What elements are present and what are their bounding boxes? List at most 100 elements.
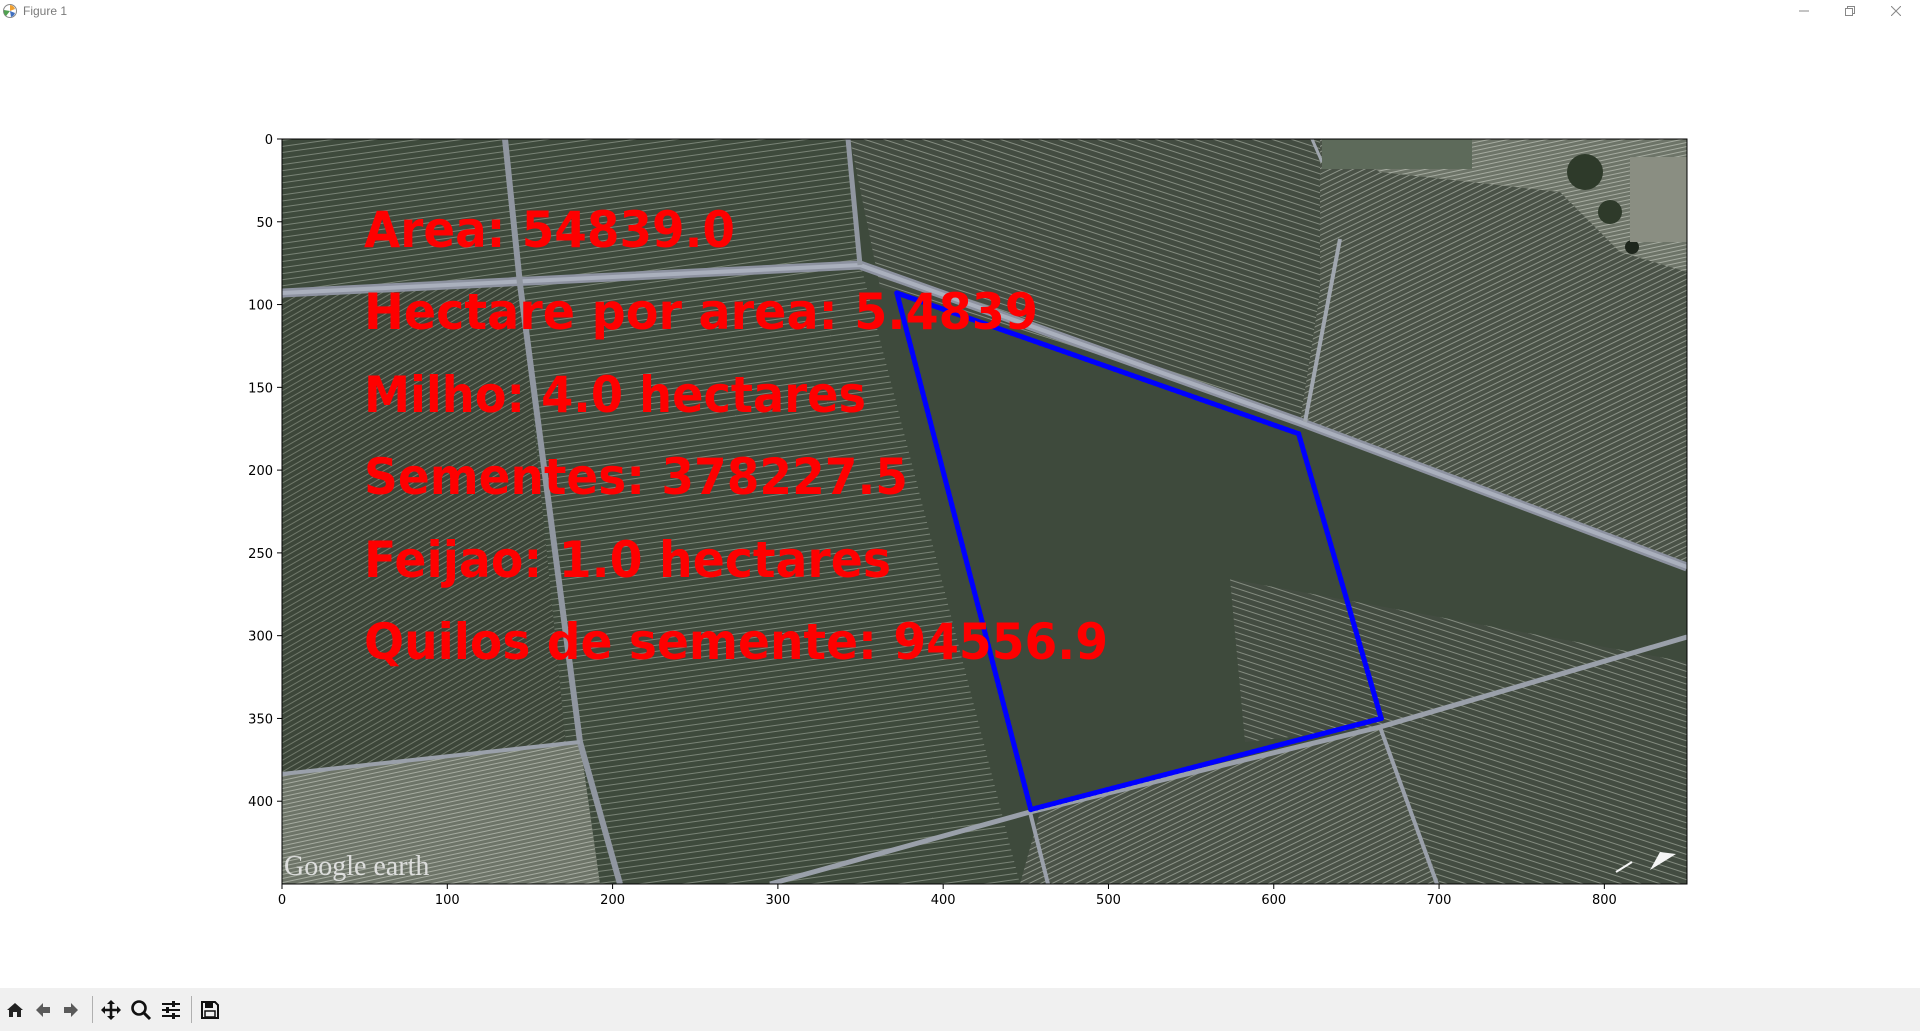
polygon-point	[961, 548, 967, 554]
polygon-point	[1353, 628, 1359, 634]
polygon-point	[1043, 342, 1049, 348]
polygon-point	[1054, 346, 1061, 352]
polygon-point	[1331, 553, 1337, 559]
polygon-point	[1100, 362, 1107, 368]
polygon-point	[1106, 364, 1112, 370]
polygon-point	[1267, 421, 1273, 427]
save-button[interactable]	[198, 998, 222, 1022]
polygon-point	[1370, 686, 1376, 692]
polygon-point	[1049, 344, 1055, 350]
polygon-point	[921, 396, 927, 402]
polygon-point	[1250, 415, 1256, 421]
polygon-point	[1089, 358, 1095, 364]
polygon-point	[1326, 729, 1332, 735]
polygon-point	[1358, 646, 1364, 652]
polygon-point	[1309, 477, 1315, 483]
polygon-point	[1158, 382, 1164, 389]
polygon-point	[1209, 759, 1215, 766]
polygon-point	[1006, 724, 1013, 730]
polygon-point	[999, 695, 1005, 701]
polygon-point	[964, 560, 970, 566]
polygon-point	[1003, 712, 1010, 719]
polygon-point	[907, 343, 914, 349]
axes: Area: 54839.0 Hectare por area: 5.4839 M…	[248, 133, 1688, 908]
forward-button[interactable]	[59, 998, 83, 1022]
polygon-point	[1169, 386, 1175, 393]
polygon-point	[1314, 732, 1320, 738]
close-button[interactable]	[1873, 0, 1919, 22]
restore-button[interactable]	[1827, 0, 1873, 22]
polygon-point	[1204, 398, 1210, 405]
x-tick-label: 200	[600, 893, 625, 908]
polygon-point	[971, 589, 978, 595]
polygon-point	[1255, 747, 1262, 753]
polygon-point	[1290, 429, 1296, 435]
polygon-point	[1083, 356, 1089, 362]
polygon-point	[1373, 698, 1379, 704]
polygon-point	[1009, 736, 1016, 742]
home-button[interactable]	[3, 998, 27, 1022]
polygon-point	[959, 542, 965, 548]
back-button[interactable]	[31, 998, 55, 1022]
polygon-point	[1152, 380, 1158, 387]
polygon-point	[1338, 576, 1344, 582]
polygon-point	[1121, 782, 1127, 788]
polygon-point	[994, 677, 1000, 683]
polygon-point	[976, 607, 982, 613]
polygon-point	[1375, 704, 1381, 710]
x-tick-label: 100	[435, 893, 460, 908]
polygon-point	[1174, 768, 1180, 775]
polygon-point	[1025, 795, 1031, 801]
toolbar-separator	[92, 996, 93, 1023]
restore-icon	[1845, 6, 1855, 16]
polygon-point	[1279, 741, 1285, 747]
close-icon	[1891, 6, 1901, 16]
polygon-point	[1150, 775, 1157, 781]
polygon-point	[1329, 547, 1335, 553]
polygon-point	[1368, 680, 1374, 687]
polygon-point	[1301, 448, 1307, 454]
polygon-point	[1008, 730, 1014, 736]
polygon-point	[1312, 489, 1319, 495]
polygon-point	[1135, 374, 1141, 380]
y-tick-label: 200	[248, 464, 273, 479]
x-axis: 0 100 200 300 400 500 600 700 800	[278, 884, 1617, 908]
polygon-point	[955, 525, 961, 531]
polygon-point	[1354, 634, 1361, 640]
polygon-point	[1339, 582, 1346, 588]
polygon-point	[1069, 796, 1075, 802]
polygon-point	[952, 513, 958, 519]
configure-subplots-icon	[162, 1001, 180, 1019]
polygon-point	[923, 401, 929, 408]
polygon-point	[1319, 512, 1325, 518]
polygon-point	[1232, 408, 1239, 415]
pan-button[interactable]	[99, 998, 123, 1022]
polygon-point	[1072, 352, 1078, 358]
figure-canvas[interactable]: Area: 54839.0 Hectare por area: 5.4839 M…	[0, 22, 1920, 988]
polygon-point	[1344, 599, 1351, 605]
polygon-point	[1115, 784, 1121, 790]
polygon-point	[1306, 465, 1312, 472]
polygon-point	[915, 372, 921, 378]
polygon-point	[1273, 743, 1279, 749]
polygon-point	[953, 519, 959, 525]
polygon-point	[1284, 427, 1290, 433]
polygon-point	[1361, 720, 1367, 726]
configure-subplots-button[interactable]	[159, 998, 183, 1022]
minimize-button[interactable]	[1781, 0, 1827, 22]
zoom-button[interactable]	[129, 998, 153, 1022]
polygon-point	[1215, 758, 1221, 764]
polygon-point	[1250, 749, 1256, 755]
polygon-point	[1066, 350, 1072, 356]
polygon-point	[1192, 394, 1198, 401]
y-tick-label: 350	[248, 712, 273, 727]
polygon-point	[1227, 406, 1233, 413]
polygon-point	[1285, 740, 1291, 746]
polygon-point	[1356, 640, 1362, 646]
x-tick-label: 400	[931, 893, 956, 908]
polygon-point	[1291, 738, 1297, 744]
polygon-point	[993, 671, 999, 678]
polygon-point	[1321, 518, 1327, 524]
polygon-point	[968, 577, 975, 584]
overlay-sementes: Sementes: 378227.5	[364, 448, 908, 506]
